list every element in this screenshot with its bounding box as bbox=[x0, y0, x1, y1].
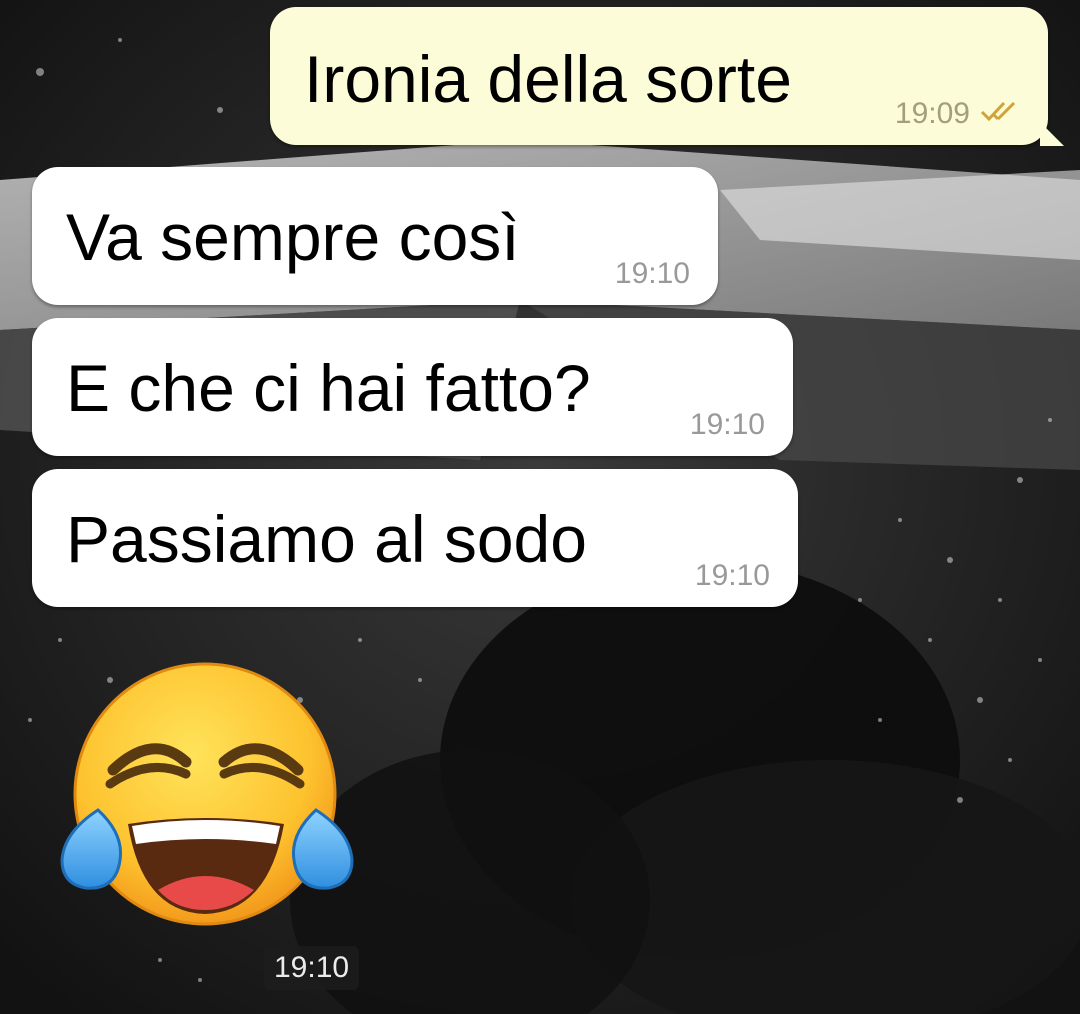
message-time: 19:10 bbox=[694, 559, 770, 592]
message-time: 19:09 bbox=[894, 97, 970, 130]
face-with-tears-of-joy-icon bbox=[60, 662, 354, 926]
bubble-tail bbox=[1040, 122, 1064, 146]
message-time: 19:10 bbox=[689, 408, 765, 441]
message-bubble-incoming[interactable]: E che ci hai fatto? 19:10 bbox=[32, 318, 793, 456]
message-text: Ironia della sorte bbox=[304, 42, 792, 116]
message-bubble-incoming[interactable]: Passiamo al sodo 19:10 bbox=[32, 469, 798, 607]
emoji-message[interactable] bbox=[58, 662, 358, 932]
message-meta: 19:09 bbox=[895, 97, 1026, 131]
message-text: E che ci hai fatto? bbox=[66, 351, 591, 425]
read-double-check-icon bbox=[980, 97, 1026, 131]
message-bubble-outgoing[interactable]: Ironia della sorte 19:09 bbox=[270, 7, 1048, 145]
message-bubble-incoming[interactable]: Va sempre così 19:10 bbox=[32, 167, 718, 305]
message-text: Passiamo al sodo bbox=[66, 502, 587, 576]
message-text: Va sempre così bbox=[66, 200, 520, 274]
emoji-message-time: 19:10 bbox=[264, 946, 360, 990]
message-time: 19:10 bbox=[614, 257, 690, 290]
